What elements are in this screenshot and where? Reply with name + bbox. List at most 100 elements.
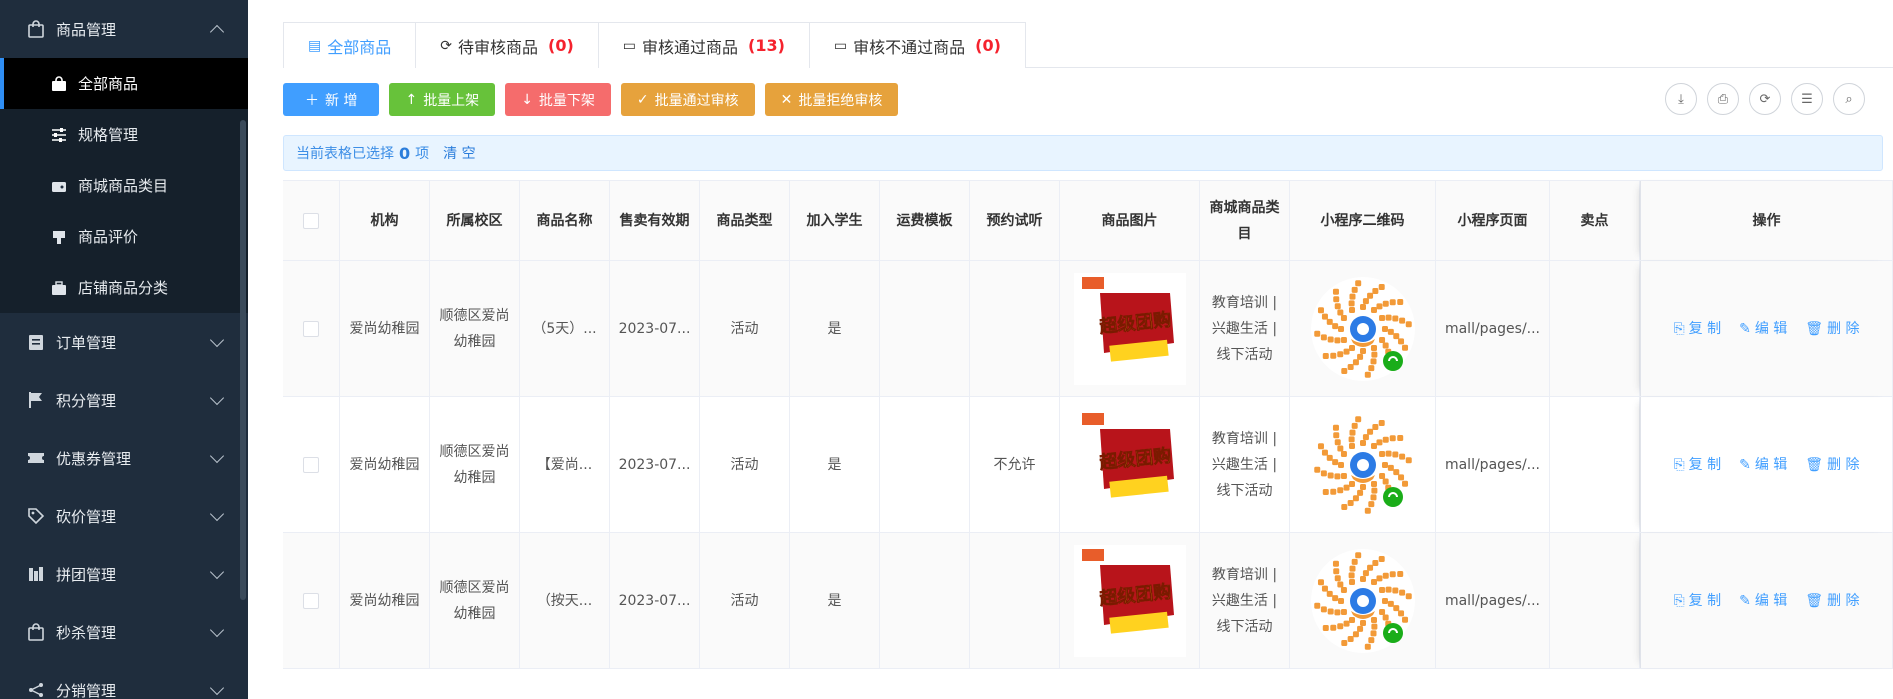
cell-selling-point bbox=[1550, 397, 1640, 532]
add-button-label: 新 增 bbox=[325, 92, 358, 109]
tab-approved[interactable]: ▭ 审核通过商品 (13) bbox=[597, 22, 810, 68]
select-all-cell bbox=[283, 181, 340, 260]
check-icon: ✓ bbox=[636, 91, 649, 108]
tab-rejected[interactable]: ▭ 审核不通过商品 (0) bbox=[808, 22, 1026, 68]
batch-on-shelf-label: 批量上架 bbox=[423, 92, 480, 109]
row-checkbox[interactable] bbox=[303, 592, 319, 609]
sidebar-item-shop-category[interactable]: 店铺商品分类 bbox=[0, 262, 248, 313]
goods-name-text: 【爱尚... bbox=[536, 456, 593, 473]
table-row: 爱尚幼稚园 顺德区爱尚幼稚园 【爱尚... 2023-07... 活动 是 不允… bbox=[283, 397, 1893, 533]
menu-distribution-management[interactable]: 分销管理 bbox=[0, 661, 248, 699]
goods-image[interactable]: 超级团购 bbox=[1073, 272, 1186, 385]
search-icon[interactable]: ⌕ bbox=[1833, 83, 1865, 115]
row-checkbox[interactable] bbox=[303, 456, 319, 473]
mini-program-qr-image[interactable] bbox=[1307, 545, 1419, 657]
mini-program-qr-image[interactable] bbox=[1307, 409, 1419, 521]
edit-button[interactable]: ✎ 编 辑 bbox=[1739, 588, 1787, 614]
menu-flash-sale-management[interactable]: 秒杀管理 bbox=[0, 603, 248, 661]
table-row: 爱尚幼稚园 顺德区爱尚幼稚园 （按天... 2023-07... 活动 是 超级… bbox=[283, 533, 1893, 669]
menu-bargain-management[interactable]: 砍价管理 bbox=[0, 487, 248, 545]
plus-icon: ＋ bbox=[305, 92, 319, 109]
row-checkbox[interactable] bbox=[303, 320, 319, 337]
menu-coupon-management[interactable]: 优惠券管理 bbox=[0, 429, 248, 487]
menu-group-buy-management[interactable]: 拼团管理 bbox=[0, 545, 248, 603]
batch-reject-button[interactable]: ✕ 批量拒绝审核 bbox=[764, 83, 899, 116]
menu-order-management[interactable]: 订单管理 bbox=[0, 313, 248, 371]
col-header[interactable]: 操作 bbox=[1640, 181, 1893, 260]
col-header[interactable]: 商品名称 bbox=[520, 181, 610, 260]
col-header[interactable]: 卖点 bbox=[1550, 181, 1640, 260]
chevron-up-icon bbox=[209, 24, 225, 40]
cell-freight bbox=[880, 261, 970, 396]
batch-on-shelf-button[interactable]: ↑ 批量上架 bbox=[389, 83, 496, 116]
copy-label: 复 制 bbox=[1688, 592, 1722, 609]
clear-selection-link[interactable]: 清 空 bbox=[443, 143, 475, 163]
select-all-checkbox[interactable] bbox=[303, 212, 319, 229]
bag-icon bbox=[26, 19, 46, 39]
table-tools: ⤓ ⎙ ⟳ ☰ ⌕ bbox=[1665, 83, 1865, 115]
mini-program-qr-image[interactable] bbox=[1307, 273, 1419, 385]
tab-count: (0) bbox=[975, 36, 1001, 55]
tab-pending-review[interactable]: ⟳ 待审核商品 (0) bbox=[415, 22, 599, 68]
tab-all-goods[interactable]: ▤ 全部商品 bbox=[283, 22, 417, 68]
wallet-icon bbox=[50, 177, 68, 195]
batch-approve-button[interactable]: ✓ 批量通过审核 bbox=[620, 83, 755, 116]
tab-label: 全部商品 bbox=[327, 37, 392, 57]
goods-image[interactable]: 超级团购 bbox=[1073, 408, 1186, 521]
refresh-icon[interactable]: ⟳ bbox=[1749, 83, 1781, 115]
cell-org: 爱尚幼稚园 bbox=[340, 261, 430, 396]
menu-goods-management[interactable]: 商品管理 bbox=[0, 0, 248, 58]
page-path-text: mall/pages/... bbox=[1444, 320, 1541, 337]
arrow-down-icon: ↓ bbox=[521, 91, 533, 108]
col-header[interactable]: 运费模板 bbox=[880, 181, 970, 260]
edit-button[interactable]: ✎ 编 辑 bbox=[1739, 316, 1787, 342]
cell-freight bbox=[880, 397, 970, 532]
print-icon[interactable]: ⎙ bbox=[1707, 83, 1739, 115]
col-header[interactable]: 小程序页面 bbox=[1436, 181, 1550, 260]
download-icon[interactable]: ⤓ bbox=[1665, 83, 1697, 115]
sidebar-item-goods-review[interactable]: 商品评价 bbox=[0, 211, 248, 262]
copy-button[interactable]: ⎘ 复 制 bbox=[1673, 316, 1721, 342]
sidebar-item-label: 规格管理 bbox=[78, 126, 139, 144]
tab-label: 审核不通过商品 bbox=[853, 37, 966, 57]
sidebar-item-all-goods[interactable]: 全部商品 bbox=[0, 58, 248, 109]
tab-label: 审核通过商品 bbox=[642, 37, 739, 57]
col-header[interactable]: 加入学生 bbox=[790, 181, 880, 260]
col-header[interactable]: 商城商品类目 bbox=[1200, 181, 1290, 260]
sidebar-item-label: 店铺商品分类 bbox=[78, 279, 169, 297]
delete-label: 删 除 bbox=[1827, 592, 1860, 609]
sidebar-item-mall-category[interactable]: 商城商品类目 bbox=[0, 160, 248, 211]
delete-button[interactable]: 🗑 删 除 bbox=[1805, 588, 1859, 614]
col-header[interactable]: 小程序二维码 bbox=[1290, 181, 1436, 260]
sliders-icon bbox=[50, 126, 68, 144]
col-header[interactable]: 所属校区 bbox=[430, 181, 520, 260]
delete-button[interactable]: 🗑 删 除 bbox=[1805, 316, 1859, 342]
copy-button[interactable]: ⎘ 复 制 bbox=[1673, 588, 1721, 614]
add-button[interactable]: ＋ 新 增 bbox=[283, 83, 380, 116]
sidebar-item-spec[interactable]: 规格管理 bbox=[0, 109, 248, 160]
col-header[interactable]: 预约试听 bbox=[970, 181, 1060, 260]
col-header[interactable]: 机构 bbox=[340, 181, 430, 260]
row-actions: ⎘ 复 制 ✎ 编 辑 🗑 删 除 bbox=[1673, 452, 1859, 478]
sidebar-scrollbar[interactable] bbox=[240, 120, 246, 600]
chevron-down-icon bbox=[209, 506, 225, 522]
goods-image[interactable]: 超级团购 bbox=[1073, 544, 1186, 657]
cell-trial bbox=[970, 261, 1060, 396]
copy-icon: ⎘ bbox=[1673, 320, 1685, 337]
columns-setting-icon[interactable]: ☰ bbox=[1791, 83, 1823, 115]
cell-goods-type: 活动 bbox=[700, 261, 790, 396]
col-header[interactable]: 商品类型 bbox=[700, 181, 790, 260]
goods-name-text: （按天... bbox=[536, 592, 593, 609]
col-header[interactable]: 商品图片 bbox=[1060, 181, 1200, 260]
cell-campus: 顺德区爱尚幼稚园 bbox=[430, 397, 520, 532]
delete-button[interactable]: 🗑 删 除 bbox=[1805, 452, 1859, 478]
page-path-text: mall/pages/... bbox=[1444, 456, 1541, 473]
edit-button[interactable]: ✎ 编 辑 bbox=[1739, 452, 1787, 478]
valid-period-text: 2023-07... bbox=[618, 456, 691, 473]
batch-reject-label: 批量拒绝审核 bbox=[798, 92, 883, 109]
cell-goods-name: （5天）... bbox=[520, 261, 610, 396]
batch-off-shelf-button[interactable]: ↓ 批量下架 bbox=[505, 83, 611, 116]
col-header[interactable]: 售卖有效期 bbox=[610, 181, 700, 260]
copy-button[interactable]: ⎘ 复 制 bbox=[1673, 452, 1721, 478]
menu-points-management[interactable]: 积分管理 bbox=[0, 371, 248, 429]
